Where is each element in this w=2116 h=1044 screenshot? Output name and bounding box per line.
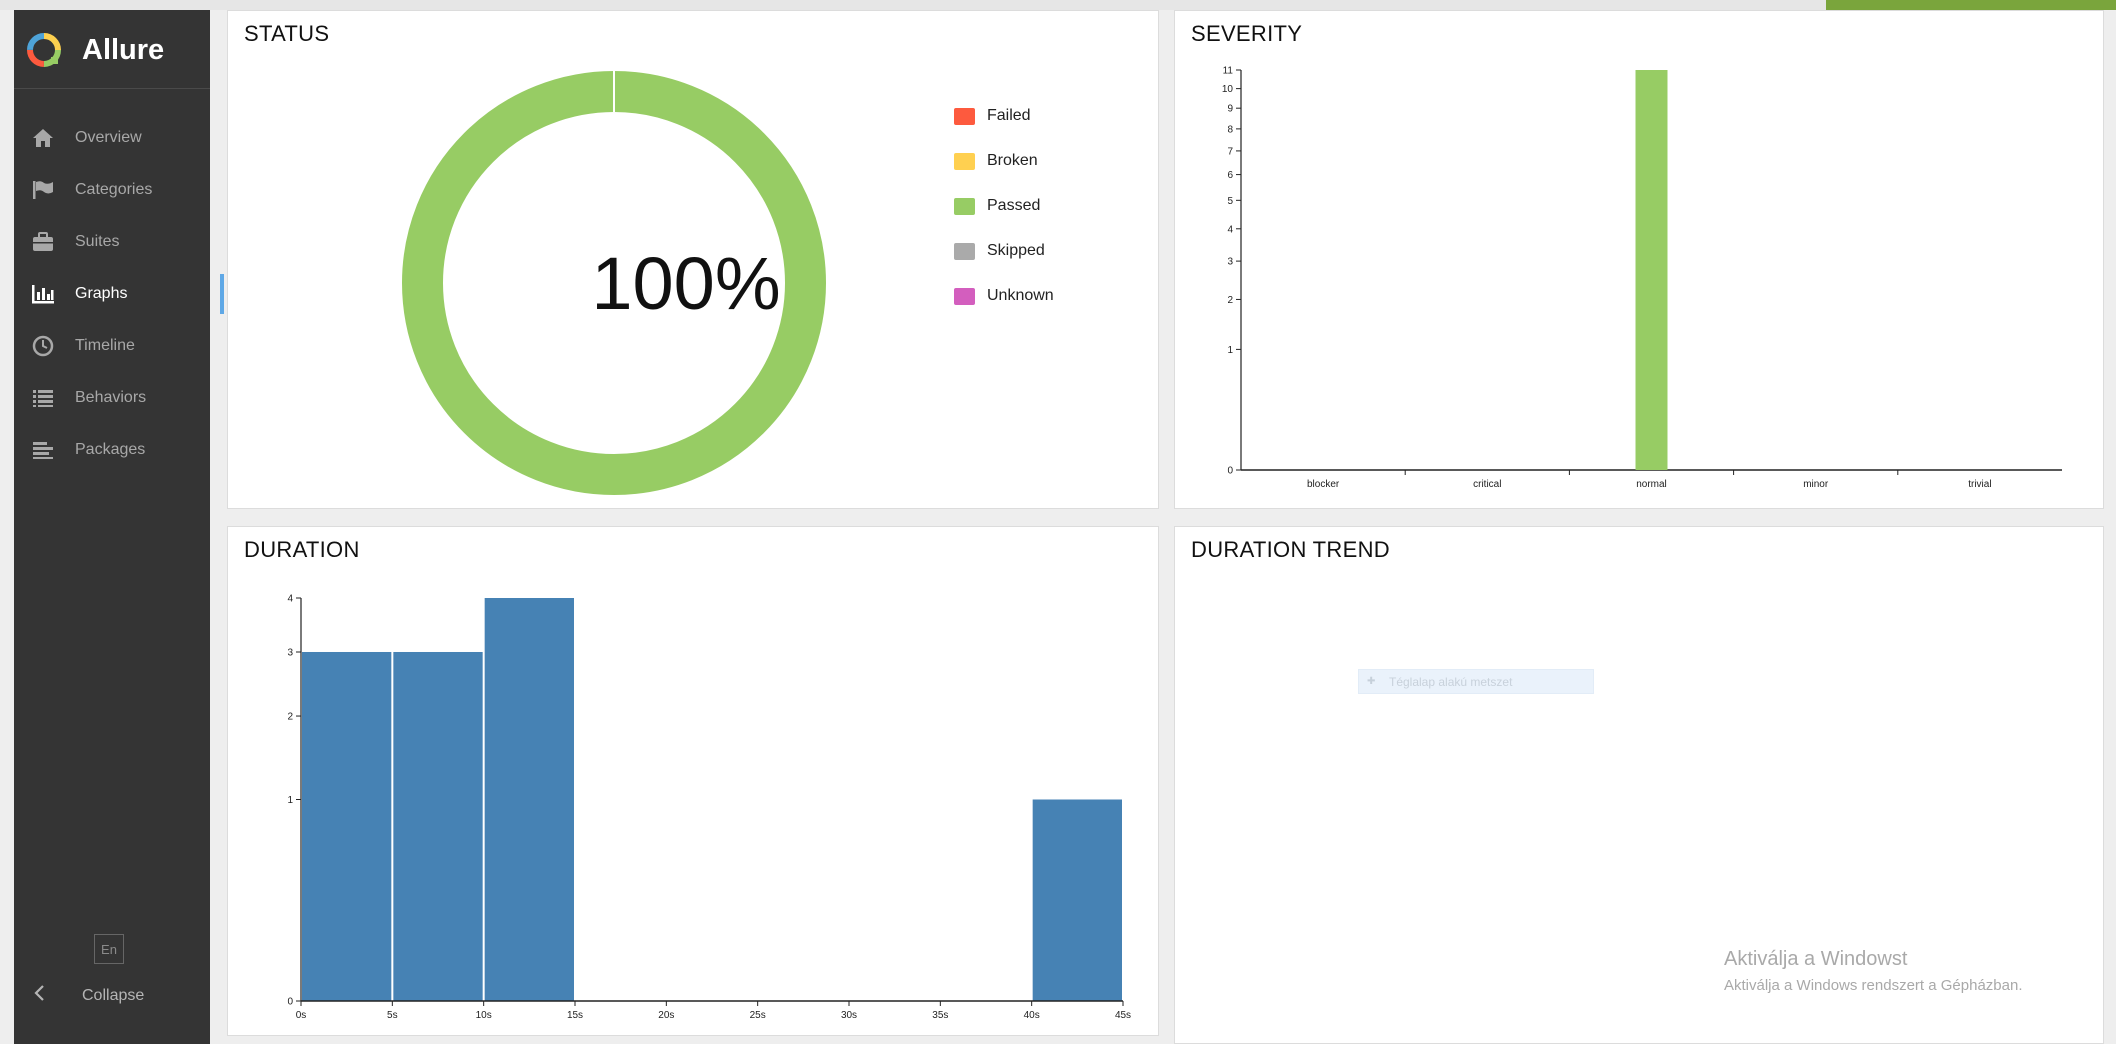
- brand[interactable]: Allure: [14, 10, 210, 89]
- windows-activation-watermark: Aktiválja a Windowst Aktiválja a Windows…: [1724, 948, 2022, 994]
- legend-label: Skipped: [987, 242, 1045, 259]
- severity-y-tick-label: 3: [1227, 257, 1233, 268]
- duration-x-tick-label: 40s: [1024, 1010, 1040, 1021]
- chevron-left-icon: [32, 984, 56, 1007]
- sidebar-item-label: Timeline: [75, 337, 135, 354]
- sidebar-item-label: Suites: [75, 233, 120, 250]
- severity-y-tick-label: 5: [1227, 196, 1233, 207]
- severity-y-tick-label: 6: [1227, 170, 1233, 181]
- duration-x-tick-label: 25s: [750, 1010, 766, 1021]
- sidebar-item-packages[interactable]: Packages: [14, 424, 210, 476]
- legend-item-skipped[interactable]: Skipped: [954, 242, 1045, 260]
- language-button[interactable]: En: [94, 934, 124, 964]
- duration-panel: DURATION 0 1 2 3 4 0s 5s 10s 15s 20s 25s 30s 35s 40s 4…: [227, 526, 1159, 1036]
- severity-y-tick-label: 1: [1227, 345, 1233, 356]
- severity-bar-chart: 0 1 2 3 4 5 6 7 8 9 10 11 blocker critical normal minor…: [1222, 66, 2062, 490]
- duration-x-tick-label: 35s: [932, 1010, 948, 1021]
- severity-bar-normal[interactable]: [1635, 70, 1668, 470]
- brand-name: Allure: [82, 34, 165, 66]
- legend-label: Passed: [987, 197, 1041, 214]
- duration-x-tick-label: 0s: [296, 1010, 307, 1021]
- legend-swatch: [954, 287, 975, 305]
- severity-x-tick-label: blocker: [1307, 479, 1340, 490]
- collapse-label: Collapse: [82, 986, 145, 1004]
- sidebar: Allure Overview Categories Suites Graphs: [14, 10, 224, 1044]
- duration-y-tick-label: 0: [287, 997, 293, 1008]
- duration-bar-40-45[interactable]: [1032, 799, 1122, 1002]
- severity-panel: SEVERITY 0 1 2 3 4 5 6 7 8 9 10 11 blocker critical no…: [1174, 10, 2104, 509]
- legend-label: Broken: [987, 152, 1038, 169]
- sidebar-item-label: Packages: [75, 441, 146, 458]
- duration-bar-5-10[interactable]: [393, 651, 483, 1001]
- legend-swatch: [954, 152, 975, 170]
- align-left-icon: [30, 439, 56, 461]
- sidebar-item-label: Graphs: [75, 285, 128, 302]
- legend-item-unknown[interactable]: Unknown: [954, 287, 1054, 305]
- clock-icon: [30, 335, 56, 357]
- severity-y-tick-label: 11: [1223, 66, 1234, 77]
- sidebar-item-graphs[interactable]: Graphs: [14, 268, 224, 320]
- duration-trend-panel-title: DURATION TREND: [1191, 537, 1390, 562]
- home-icon: [30, 127, 56, 149]
- duration-y-tick-label: 3: [287, 647, 293, 658]
- briefcase-icon: [30, 231, 56, 253]
- severity-y-tick-label: 0: [1227, 466, 1233, 477]
- severity-x-tick-label: minor: [1803, 479, 1829, 490]
- bar-chart-icon: [30, 283, 56, 305]
- duration-bar-0-5[interactable]: [302, 651, 392, 1001]
- severity-x-tick-label: normal: [1636, 479, 1667, 490]
- list-icon: [30, 387, 56, 409]
- snipping-overlay-text: Téglalap alakú metszet: [1389, 674, 1513, 689]
- legend-swatch: [954, 107, 975, 125]
- snipping-overlay-label: ✚ Téglalap alakú metszet: [1358, 669, 1594, 694]
- legend-item-failed[interactable]: Failed: [954, 107, 1031, 125]
- duration-y-tick-label: 2: [287, 712, 293, 723]
- sidebar-item-label: Categories: [75, 181, 153, 198]
- sidebar-item-categories[interactable]: Categories: [14, 164, 210, 216]
- status-panel: STATUS 100% Failed Broken Passed Skipped Unk…: [227, 10, 1159, 509]
- duration-y-tick-label: 4: [287, 594, 293, 605]
- legend-item-broken[interactable]: Broken: [954, 152, 1038, 170]
- activation-line-2: Aktiválja a Windows rendszert a Gépházba…: [1724, 977, 2023, 994]
- legend-swatch: [954, 242, 975, 260]
- duration-x-tick-label: 45s: [1115, 1010, 1131, 1021]
- duration-bar-10-15[interactable]: [484, 598, 574, 1001]
- allure-logo-icon: [27, 33, 61, 67]
- sidebar-item-behaviors[interactable]: Behaviors: [14, 372, 210, 424]
- sidebar-item-label: Behaviors: [75, 389, 147, 406]
- status-percent-label: 100%: [591, 242, 781, 325]
- sidebar-item-suites[interactable]: Suites: [14, 216, 210, 268]
- severity-y-tick-label: 7: [1227, 146, 1233, 157]
- sidebar-item-overview[interactable]: Overview: [14, 112, 210, 164]
- duration-x-tick-label: 20s: [658, 1010, 674, 1021]
- duration-x-tick-label: 10s: [476, 1010, 492, 1021]
- collapse-button[interactable]: Collapse: [32, 984, 144, 1007]
- legend-label: Failed: [987, 107, 1031, 124]
- sidebar-nav: Overview Categories Suites Graphs Timeli…: [14, 112, 224, 476]
- activation-line-1: Aktiválja a Windowst: [1724, 948, 1908, 970]
- window-top-strip: [0, 0, 2116, 10]
- severity-y-tick-label: 10: [1222, 84, 1234, 95]
- severity-x-tick-label: critical: [1473, 479, 1501, 490]
- window-corner-decoration: [1826, 0, 2116, 10]
- duration-histogram: 012340s 5s 10s 15s 20s 25s 30s 35s 40s 45s: [287, 594, 1131, 1022]
- duration-y-tick-label: 1: [287, 795, 293, 806]
- severity-y-tick-label: 8: [1227, 124, 1233, 135]
- duration-x-tick-label: 30s: [841, 1010, 857, 1021]
- severity-y-tick-label: 9: [1227, 104, 1233, 115]
- sidebar-item-label: Overview: [75, 129, 142, 146]
- duration-x-tick-label: 15s: [567, 1010, 583, 1021]
- severity-y-tick-label: 2: [1227, 295, 1233, 306]
- duration-x-tick-label: 5s: [387, 1010, 398, 1021]
- plus-icon: ✚: [1367, 676, 1376, 687]
- legend-item-passed[interactable]: Passed: [954, 197, 1040, 215]
- sidebar-item-timeline[interactable]: Timeline: [14, 320, 210, 372]
- severity-x-tick-label: trivial: [1968, 479, 1991, 490]
- flag-icon: [30, 179, 56, 201]
- severity-y-tick-label: 4: [1227, 224, 1233, 235]
- legend-label: Unknown: [987, 287, 1054, 304]
- legend-swatch: [954, 197, 975, 215]
